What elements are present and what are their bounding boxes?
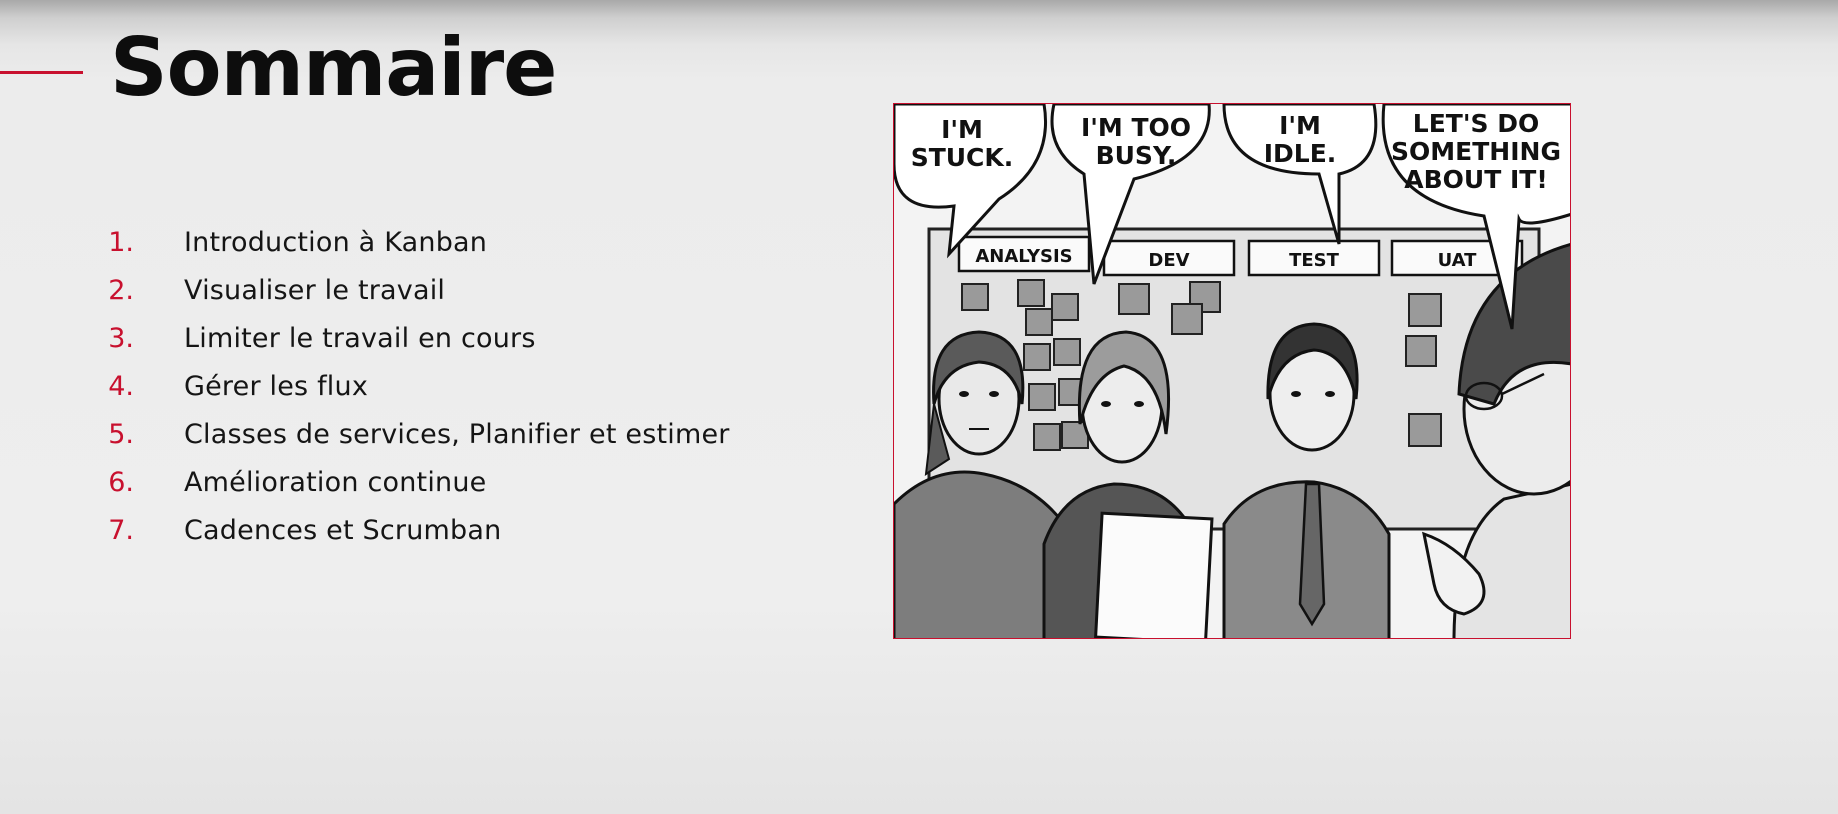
agenda-number: 6. bbox=[108, 467, 134, 498]
bubble-text: I'M bbox=[941, 115, 983, 144]
column-label: ANALYSIS bbox=[975, 246, 1072, 267]
agenda-item: 1. Introduction à Kanban bbox=[0, 219, 760, 267]
agenda-item: 6. Amélioration continue bbox=[0, 459, 760, 507]
agenda-number: 5. bbox=[108, 419, 134, 450]
agenda-label: Visualiser le travail bbox=[184, 275, 446, 306]
bubble-text: ABOUT IT! bbox=[1404, 165, 1547, 194]
agenda-label: Amélioration continue bbox=[184, 467, 487, 498]
slide-title: Sommaire bbox=[110, 21, 557, 114]
column-label: UAT bbox=[1438, 250, 1478, 271]
kanban-comic-image: ANALYSIS DEV TEST UAT I'M STUCK. I'M TOO… bbox=[893, 103, 1571, 639]
bubble-text: I'M TOO bbox=[1081, 113, 1191, 142]
agenda-number: 3. bbox=[108, 323, 134, 354]
agenda-label: Cadences et Scrumban bbox=[184, 515, 502, 546]
agenda-number: 2. bbox=[108, 275, 134, 306]
bubble-text: STUCK. bbox=[911, 143, 1014, 172]
column-label: TEST bbox=[1289, 250, 1340, 271]
column-label: DEV bbox=[1148, 250, 1189, 271]
agenda-label: Limiter le travail en cours bbox=[184, 323, 536, 354]
agenda-number: 4. bbox=[108, 371, 134, 402]
agenda-item: 2. Visualiser le travail bbox=[0, 267, 760, 315]
agenda-item: 3. Limiter le travail en cours bbox=[0, 315, 760, 363]
bubble-text: LET'S DO bbox=[1413, 109, 1539, 138]
bubble-text: IDLE. bbox=[1264, 139, 1337, 168]
agenda-label: Classes de services, Planifier et estime… bbox=[184, 419, 730, 450]
agenda-list: 1. Introduction à Kanban 2. Visualiser le … bbox=[0, 219, 760, 555]
bubble-text: BUSY. bbox=[1096, 141, 1177, 170]
agenda-label: Introduction à Kanban bbox=[184, 227, 488, 258]
agenda-item: 7. Cadences et Scrumban bbox=[0, 507, 760, 555]
title-accent-line bbox=[0, 71, 83, 74]
agenda-label: Gérer les flux bbox=[184, 371, 368, 402]
agenda-item: 4. Gérer les flux bbox=[0, 363, 760, 411]
bubble-text: SOMETHING bbox=[1391, 137, 1561, 166]
bubble-text: I'M bbox=[1279, 111, 1321, 140]
agenda-number: 1. bbox=[108, 227, 134, 258]
agenda-item: 5. Classes de services, Planifier et esti… bbox=[0, 411, 760, 459]
agenda-number: 7. bbox=[108, 515, 134, 546]
